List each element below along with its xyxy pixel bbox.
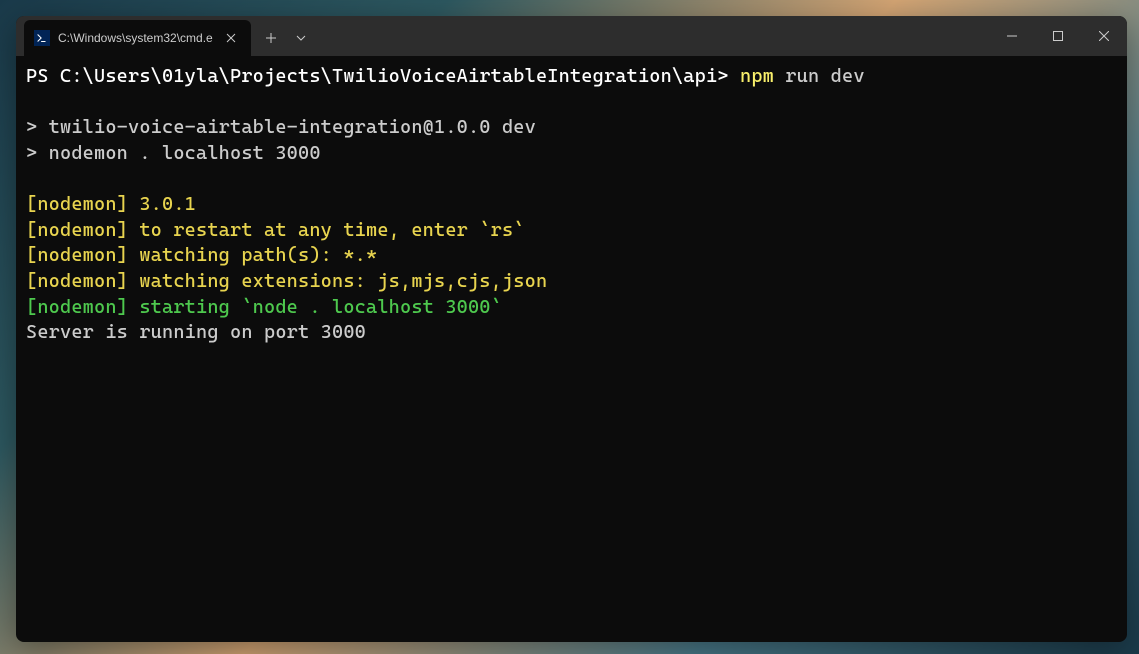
close-icon xyxy=(1099,31,1109,41)
maximize-icon xyxy=(1053,31,1063,41)
nodemon-ext-line: [nodemon] watching extensions: js,mjs,cj… xyxy=(26,269,1117,295)
tab-cmd[interactable]: C:\Windows\system32\cmd.e xyxy=(24,20,251,56)
tab-title: C:\Windows\system32\cmd.e xyxy=(58,31,213,45)
window-controls xyxy=(989,16,1127,56)
powershell-icon xyxy=(34,30,50,46)
minimize-button[interactable] xyxy=(989,16,1035,56)
terminal-window: C:\Windows\system32\cmd.e xyxy=(16,16,1127,642)
titlebar[interactable]: C:\Windows\system32\cmd.e xyxy=(16,16,1127,56)
close-window-button[interactable] xyxy=(1081,16,1127,56)
tab-dropdown-button[interactable] xyxy=(287,20,315,56)
nodemon-starting-line: [nodemon] starting `node . localhost 300… xyxy=(26,295,1117,321)
blank-line xyxy=(26,167,1117,193)
chevron-down-icon xyxy=(296,35,306,41)
tabs-area: C:\Windows\system32\cmd.e xyxy=(16,16,989,56)
nodemon-version-line: [nodemon] 3.0.1 xyxy=(26,192,1117,218)
maximize-button[interactable] xyxy=(1035,16,1081,56)
blank-line xyxy=(26,90,1117,116)
new-tab-button[interactable] xyxy=(255,20,287,56)
server-running-line: Server is running on port 3000 xyxy=(26,320,1117,346)
command-args: run dev xyxy=(774,65,865,87)
terminal-content[interactable]: PS C:\Users\01yla\Projects\TwilioVoiceAi… xyxy=(16,56,1127,642)
nodemon-paths-line: [nodemon] watching path(s): *.* xyxy=(26,243,1117,269)
prompt-prefix: PS xyxy=(26,65,60,87)
prompt-path: C:\Users\01yla\Projects\TwilioVoiceAirta… xyxy=(60,65,729,87)
plus-icon xyxy=(265,32,277,44)
minimize-icon xyxy=(1007,31,1017,41)
prompt-line: PS C:\Users\01yla\Projects\TwilioVoiceAi… xyxy=(26,64,1117,90)
nodemon-restart-line: [nodemon] to restart at any time, enter … xyxy=(26,218,1117,244)
script-output-line: > twilio-voice-airtable-integration@1.0.… xyxy=(26,115,1117,141)
command-name: npm xyxy=(740,65,774,87)
script-output-line: > nodemon . localhost 3000 xyxy=(26,141,1117,167)
close-icon xyxy=(226,33,236,43)
tab-close-button[interactable] xyxy=(221,28,241,48)
